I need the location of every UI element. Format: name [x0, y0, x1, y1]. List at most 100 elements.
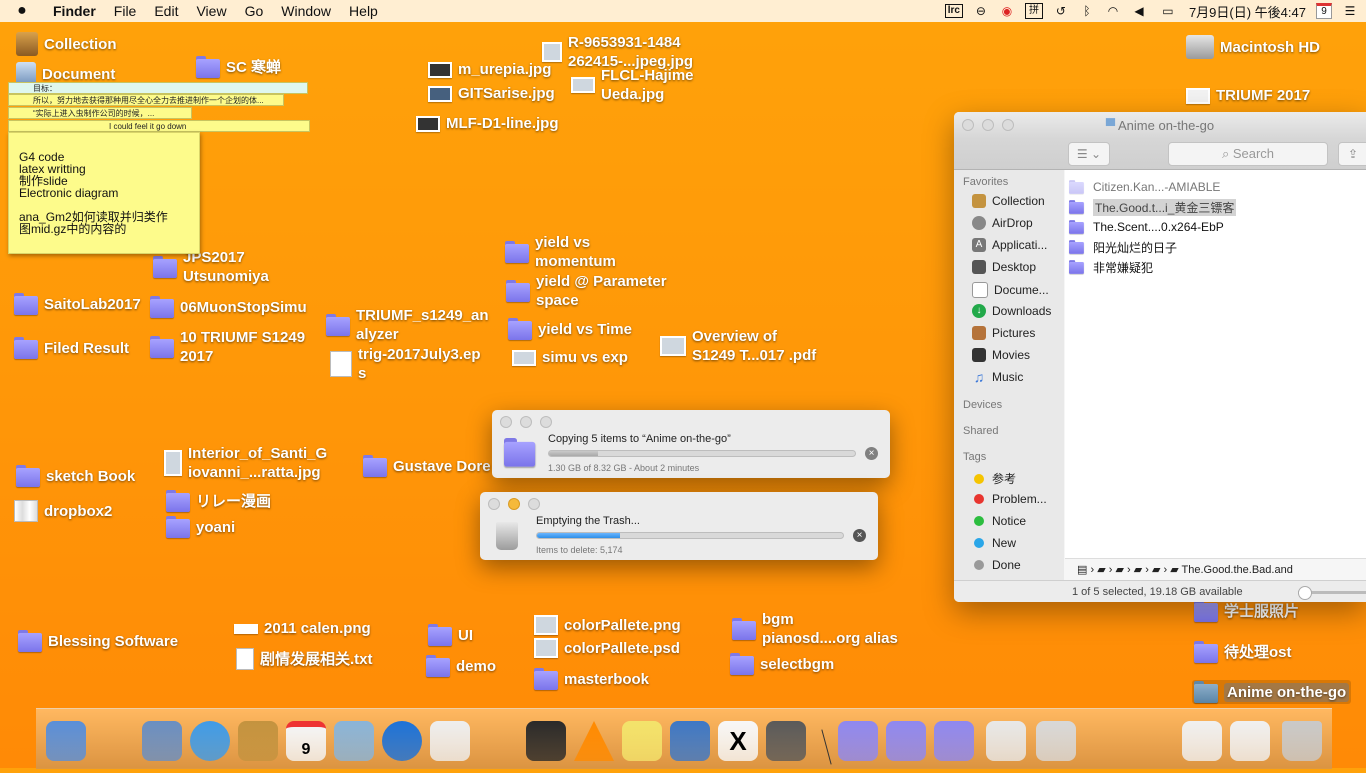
- clock[interactable]: 7月9日(日) 午後4:47: [1189, 2, 1306, 21]
- sync-icon[interactable]: ⊖: [973, 4, 989, 18]
- minimize-button[interactable]: [508, 498, 520, 510]
- menu-edit[interactable]: Edit: [145, 3, 187, 19]
- share-button[interactable]: ⇪: [1338, 142, 1366, 166]
- desktop-item-m-urepia[interactable]: m_urepia.jpg: [428, 60, 551, 79]
- calendar-dock-icon[interactable]: 9: [286, 721, 326, 761]
- desktop-item-gakushi[interactable]: 学士服照片: [1194, 600, 1299, 622]
- search-field[interactable]: ⌕ Search: [1168, 142, 1328, 166]
- zoom-button[interactable]: [528, 498, 540, 510]
- apple-menu-icon[interactable]: ●: [0, 2, 44, 20]
- minimized-window-dock-icon[interactable]: [1182, 721, 1222, 761]
- desktop-item-bgm-alias[interactable]: bgm pianosd....org alias: [732, 610, 898, 648]
- desktop-item-triumf-s1249[interactable]: 10 TRIUMF S1249 2017: [150, 328, 305, 366]
- desktop-item-yield-parameter[interactable]: yield @ Parameter space: [506, 272, 667, 310]
- desktop-item-triumf-2017[interactable]: TRIUMF 2017: [1186, 86, 1310, 105]
- sidebar-tag-done[interactable]: Done: [972, 558, 1021, 572]
- sticky-strip-effort[interactable]: 所以，努力地去获得那种用尽全心全力去推进制作一个企划的体...: [8, 94, 284, 106]
- minimize-button[interactable]: [982, 119, 994, 131]
- list-item-selected[interactable]: The.Good.t...i_黄金三镖客: [1069, 196, 1237, 218]
- sidebar-item-downloads[interactable]: ↓ Downloads: [972, 304, 1051, 318]
- bluetooth-icon[interactable]: ᛒ: [1079, 4, 1095, 18]
- desktop-item-saitolab[interactable]: SaitoLab2017: [14, 293, 141, 315]
- desktop-item-colorpallete-psd[interactable]: colorPallete.psd: [534, 638, 680, 658]
- desktop-item-demo[interactable]: demo: [426, 655, 496, 677]
- list-item[interactable]: The.Scent....0.x264-EbP: [1069, 216, 1224, 238]
- lrc-status-item[interactable]: lrc: [944, 4, 963, 18]
- desktop-item-blessing[interactable]: Blessing Software: [18, 630, 178, 652]
- activity-monitor-dock-icon[interactable]: [670, 721, 710, 761]
- finder-dock-icon[interactable]: [46, 721, 86, 761]
- list-item[interactable]: 阳光灿烂的日子: [1069, 236, 1177, 258]
- sidebar-tag-new[interactable]: New: [972, 536, 1016, 550]
- sidebar-item-collection[interactable]: Collection: [972, 194, 1045, 208]
- desktop-item-ost[interactable]: 待处理ost: [1194, 641, 1292, 663]
- sidebar-item-airdrop[interactable]: AirDrop: [972, 216, 1033, 230]
- wifi-icon[interactable]: ◠: [1105, 4, 1121, 18]
- zoom-button[interactable]: [540, 416, 552, 428]
- icon-size-slider[interactable]: [1298, 586, 1366, 600]
- desktop-item-muon[interactable]: 06MuonStopSimu: [150, 296, 307, 318]
- path-bar[interactable]: ▤ › ▰ › ▰ › ▰ › ▰ › ▰ The.Good.the.Bad.a…: [1065, 558, 1366, 580]
- list-item[interactable]: Citizen.Kan...-AMIABLE: [1069, 176, 1220, 198]
- folder-stack-dock-icon[interactable]: [838, 721, 878, 761]
- volume-icon[interactable]: ◀: [1131, 4, 1147, 18]
- sidebar-item-pictures[interactable]: Pictures: [972, 326, 1035, 340]
- minimized-window-dock-icon[interactable]: [1036, 721, 1076, 761]
- desktop-item-story-txt[interactable]: 剧情发展相关.txt: [236, 648, 373, 670]
- sidebar-header-devices[interactable]: Devices: [963, 399, 1002, 411]
- folder-stack-dock-icon[interactable]: [886, 721, 926, 761]
- desktop-item-gustave-dore[interactable]: Gustave Dore: [363, 455, 491, 477]
- sticky-strip-quote[interactable]: “实际上进入虫制作公司的时候，...: [8, 107, 192, 119]
- sticky-strip-lyric[interactable]: I could feel it go down: [8, 120, 310, 132]
- vlc-dock-icon[interactable]: [574, 721, 614, 761]
- photos-dock-icon[interactable]: [334, 721, 374, 761]
- menu-finder[interactable]: Finder: [44, 3, 105, 19]
- desktop-item-simu-exp[interactable]: simu vs exp: [512, 348, 628, 367]
- minimized-window-dock-icon[interactable]: [1086, 721, 1126, 761]
- zoom-button[interactable]: [1002, 119, 1014, 131]
- desktop-item-sc[interactable]: SC 寒蝉: [196, 56, 281, 78]
- desktop-item-filed-result[interactable]: Filed Result: [14, 337, 129, 359]
- sidebar-item-movies[interactable]: Movies: [972, 348, 1030, 362]
- sidebar-item-documents[interactable]: Docume...: [972, 282, 1049, 298]
- minimized-window-dock-icon[interactable]: [1230, 721, 1270, 761]
- desktop-item-interior[interactable]: Interior_of_Santi_G iovanni_...ratta.jpg: [164, 444, 327, 482]
- desktop-item-selectbgm[interactable]: selectbgm: [730, 653, 834, 675]
- downloads-stack-dock-icon[interactable]: [934, 721, 974, 761]
- cancel-copy-button[interactable]: ×: [865, 447, 878, 460]
- menu-help[interactable]: Help: [340, 3, 387, 19]
- mail-stamp-dock-icon[interactable]: [142, 721, 182, 761]
- desktop-item-masterbook[interactable]: masterbook: [534, 668, 649, 690]
- time-machine-icon[interactable]: ↺: [1053, 4, 1069, 18]
- sidebar-item-desktop[interactable]: Desktop: [972, 260, 1036, 274]
- menu-go[interactable]: Go: [236, 3, 273, 19]
- minimized-window-dock-icon[interactable]: [1134, 721, 1174, 761]
- terminal-dock-icon[interactable]: [478, 721, 518, 761]
- sticky-note[interactable]: G4 code latex writting 制作slide Electroni…: [8, 132, 200, 254]
- notification-center-icon[interactable]: ☰: [1342, 4, 1358, 18]
- sidebar-tag-problem[interactable]: Problem...: [972, 492, 1047, 506]
- close-button[interactable]: [962, 119, 974, 131]
- contacts-dock-icon[interactable]: [238, 721, 278, 761]
- textedit-dock-icon[interactable]: [430, 721, 470, 761]
- desktop-item-relay-manga[interactable]: リレー漫画: [166, 490, 271, 512]
- desktop-item-anime-on-the-go[interactable]: Anime on-the-go: [1192, 680, 1352, 704]
- menu-view[interactable]: View: [187, 3, 235, 19]
- desktop-item-calen[interactable]: 2011 calen.png: [234, 619, 371, 638]
- desktop-item-yield-momentum[interactable]: yield vs momentum: [505, 233, 616, 271]
- view-options-button[interactable]: ☰ ⌄: [1068, 142, 1110, 166]
- sticky-strip-goal[interactable]: 目标：: [8, 82, 308, 94]
- desktop-item-dropbox2[interactable]: dropbox2: [14, 500, 112, 522]
- desktop-item-trig[interactable]: trig-2017July3.ep s: [330, 345, 481, 383]
- desktop-item-gitsarise[interactable]: GITSarise.jpg: [428, 84, 555, 103]
- menu-window[interactable]: Window: [272, 3, 340, 19]
- itunes-dock-icon[interactable]: [382, 721, 422, 761]
- close-button[interactable]: [488, 498, 500, 510]
- desktop-item-overview[interactable]: Overview of S1249 T...017 .pdf: [660, 327, 816, 365]
- desktop-item-ui[interactable]: UI: [428, 624, 473, 646]
- desktop-item-collection[interactable]: Collection: [16, 32, 117, 56]
- desktop-item-yoani[interactable]: yoani: [166, 516, 235, 538]
- safari-dock-icon[interactable]: [190, 721, 230, 761]
- sidebar-item-music[interactable]: ♫ Music: [972, 370, 1024, 384]
- list-item[interactable]: 非常嫌疑犯: [1069, 256, 1153, 278]
